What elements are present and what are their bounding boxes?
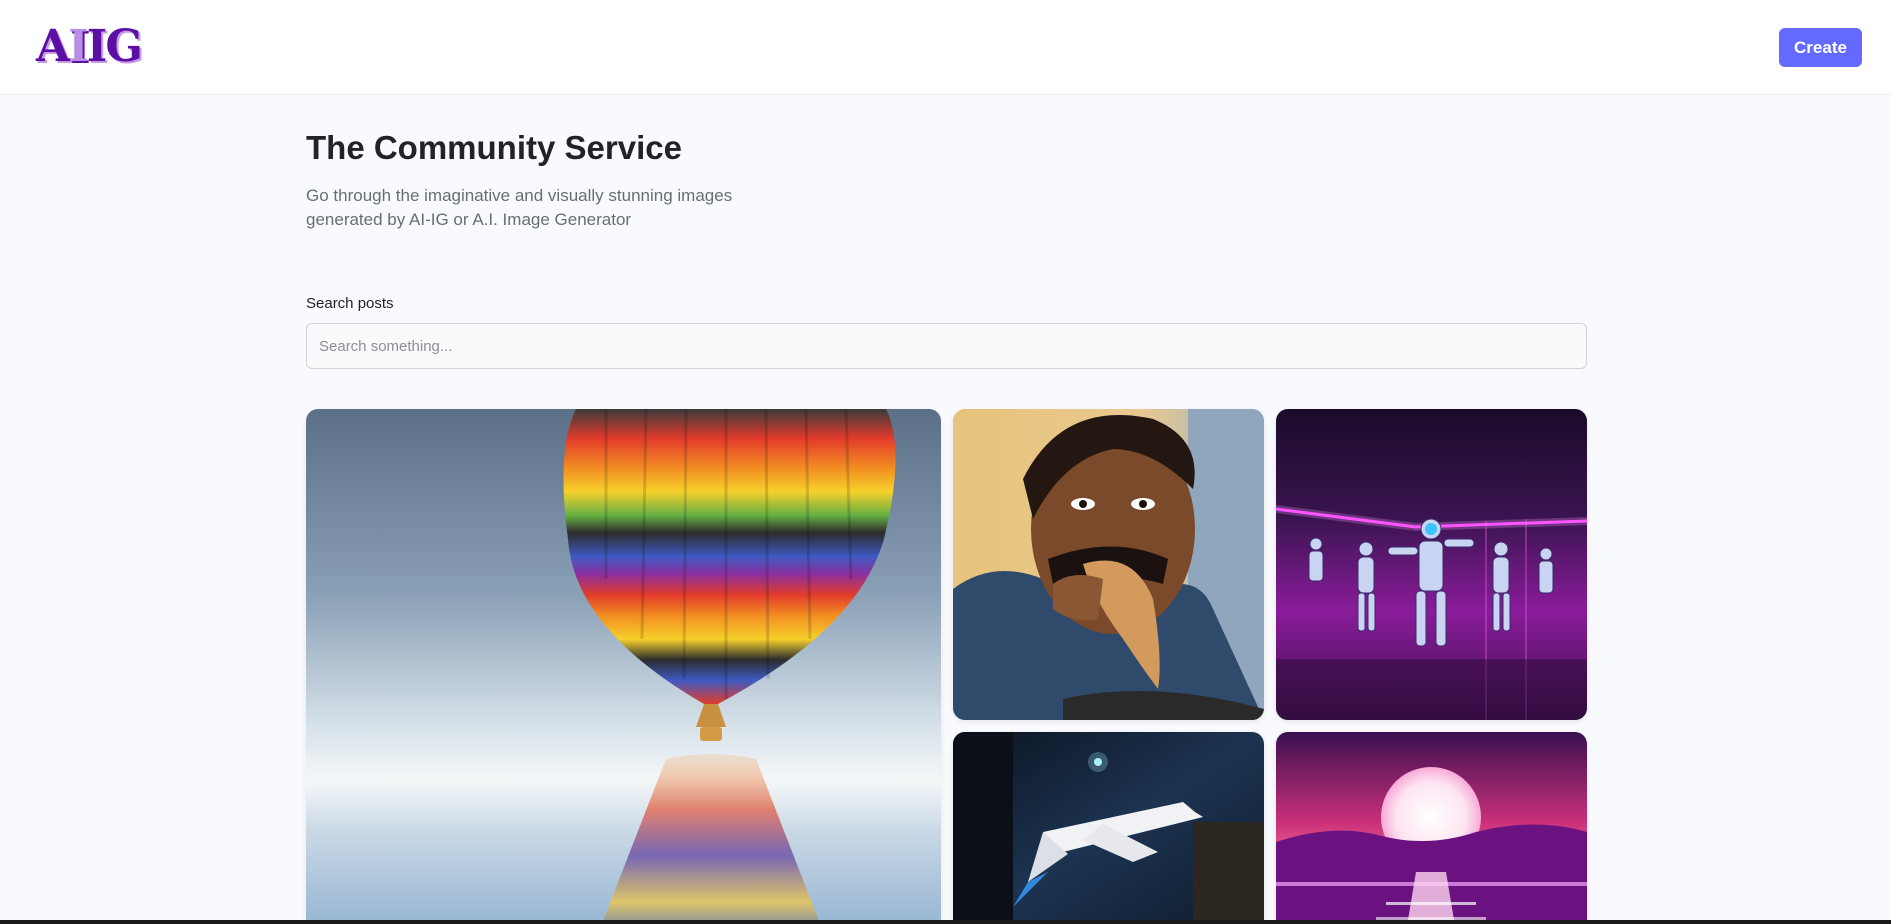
man-eating-image bbox=[953, 409, 1264, 720]
page-subtitle: Go through the imaginative and visually … bbox=[306, 186, 733, 229]
sunset-image bbox=[1276, 732, 1587, 924]
create-button[interactable]: Create bbox=[1779, 28, 1862, 67]
robots-image bbox=[1276, 409, 1587, 720]
bottom-edge bbox=[0, 920, 1891, 924]
gallery-card-man-eating[interactable] bbox=[953, 409, 1264, 720]
logo-letter-a: A bbox=[36, 20, 70, 72]
gallery-card-sunset[interactable] bbox=[1276, 732, 1587, 924]
logo-letters-ig: IG bbox=[86, 20, 143, 72]
search-input[interactable] bbox=[306, 323, 1587, 369]
gallery-card-balloon[interactable] bbox=[306, 409, 941, 924]
balloon-image bbox=[306, 409, 941, 924]
search-label: Search posts bbox=[306, 295, 394, 312]
shuttle-image bbox=[953, 732, 1264, 924]
page-title: The Community Service bbox=[306, 129, 682, 166]
gallery-card-robots[interactable] bbox=[1276, 409, 1587, 720]
logo-letter-i: I bbox=[68, 20, 89, 72]
gallery-card-shuttle[interactable] bbox=[953, 732, 1264, 924]
top-navbar: A I IG Create bbox=[0, 0, 1891, 95]
logo[interactable]: A I IG bbox=[36, 20, 143, 72]
